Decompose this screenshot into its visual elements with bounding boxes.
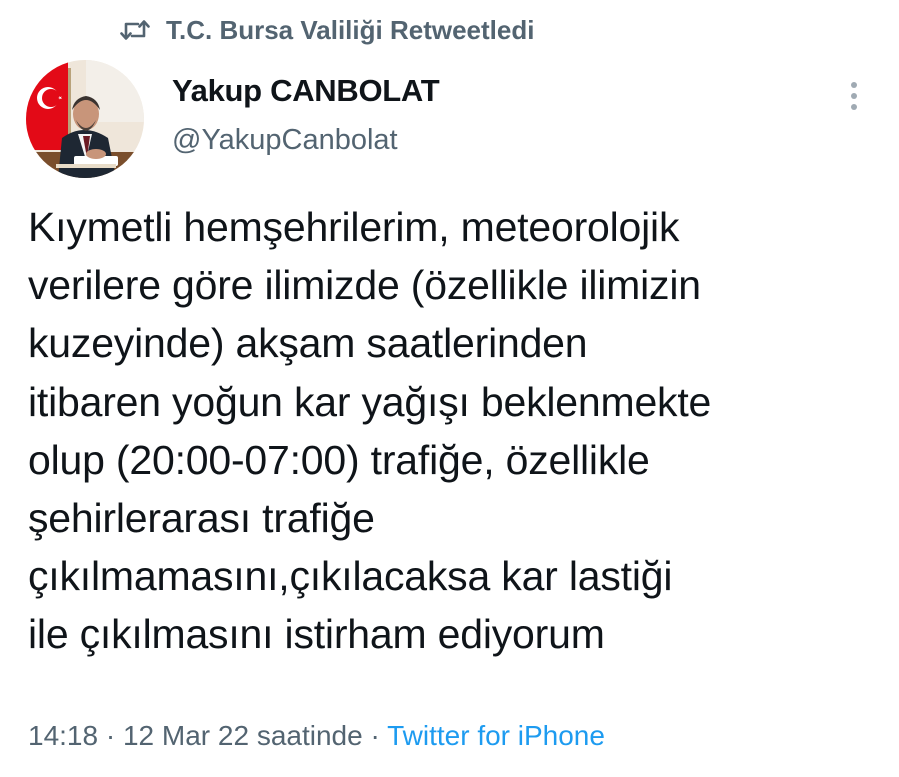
retweet-header[interactable]: T.C. Bursa Valiliği Retweetledi bbox=[118, 12, 534, 48]
author-name[interactable]: Yakup CANBOLAT bbox=[172, 68, 440, 114]
more-options-button[interactable] bbox=[840, 76, 868, 116]
retweet-icon bbox=[118, 16, 152, 44]
retweet-label: T.C. Bursa Valiliği Retweetledi bbox=[166, 14, 535, 45]
meta-separator: · bbox=[105, 720, 116, 751]
meta-separator: · bbox=[370, 720, 380, 751]
profile-photo bbox=[26, 60, 144, 178]
tweet-source-link[interactable]: Twitter for iPhone bbox=[387, 720, 605, 751]
more-vertical-icon bbox=[851, 82, 857, 110]
author-handle[interactable]: @YakupCanbolat bbox=[172, 116, 439, 164]
author-info[interactable]: Yakup CANBOLAT @YakupCanbolat bbox=[172, 68, 440, 164]
avatar[interactable] bbox=[26, 60, 144, 178]
tweet-time[interactable]: 14:18 bbox=[28, 720, 98, 751]
tweet-date[interactable]: 12 Mar 22 saatinde bbox=[123, 720, 363, 751]
tweet-text: Kıymetli hemşehrilerim, meteorolojik ver… bbox=[28, 204, 712, 658]
tweet-meta: 14:18 · 12 Mar 22 saatinde · Twitter for… bbox=[28, 716, 605, 756]
